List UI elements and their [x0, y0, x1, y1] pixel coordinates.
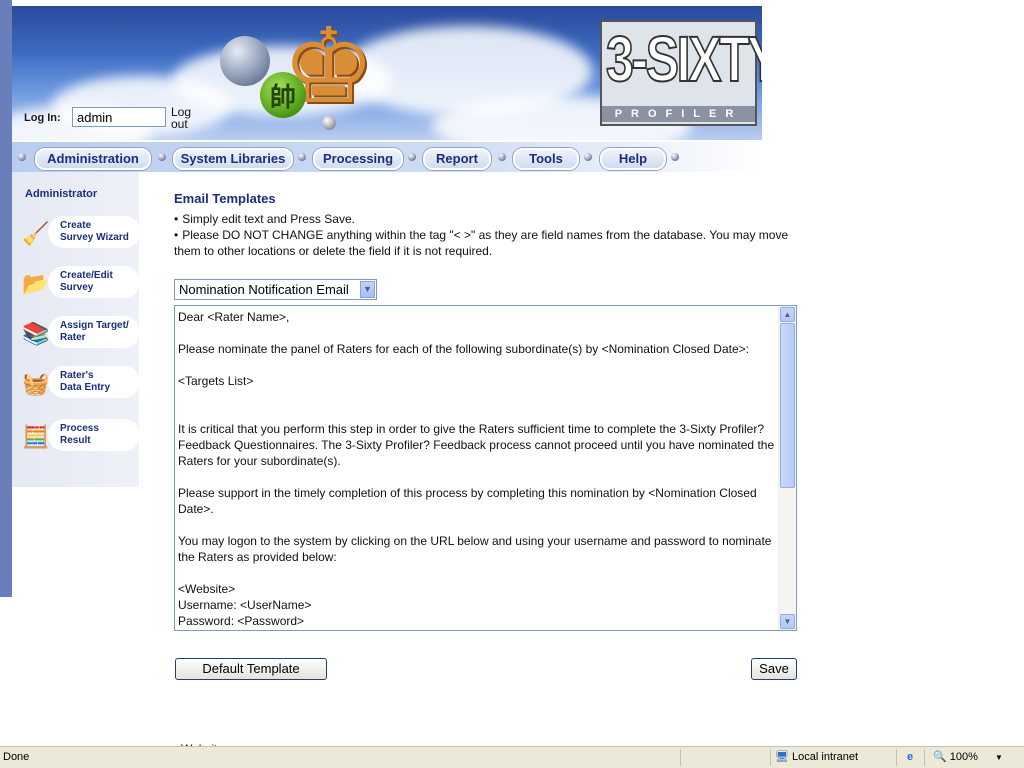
scroll-down-icon[interactable]: ▼ — [780, 614, 795, 629]
nav-help[interactable]: Help — [600, 148, 666, 170]
book-stack-icon: 📚 — [22, 321, 50, 346]
profiler-logo: 3-SIXTY PROFILER — [600, 20, 762, 126]
default-template-button[interactable]: Default Template — [175, 658, 327, 680]
zone-indicator: 🖥 Local intranet — [770, 749, 895, 766]
browser-status-bar: Done 🖥 Local intranet e 🔍 100% ▼ — [0, 746, 1024, 768]
template-select[interactable]: Nomination Notification Email ▼ — [174, 279, 377, 300]
chevron-down-icon[interactable]: ▼ — [995, 753, 1003, 762]
left-edge-strip — [0, 0, 12, 597]
computer-icon: 🖥 — [775, 751, 789, 763]
magnifier-icon: 🔍 — [933, 751, 947, 763]
sidebar-item-create-edit-survey[interactable]: 📂 Create/Edit Survey — [20, 262, 142, 304]
zoom-level: 100% — [949, 751, 978, 763]
zone-text: Local intranet — [792, 751, 859, 763]
browser-page: ♚ 帥 3-SIXTY PROFILER Log In: Log out Adm… — [0, 0, 1024, 768]
sidebar-item-assign-target-rater[interactable]: 📚 Assign Target/Rater — [20, 312, 142, 354]
scroll-up-icon[interactable]: ▲ — [780, 307, 795, 322]
calculator-icon: 🧮 — [22, 424, 50, 449]
nav-system-libraries[interactable]: System Libraries — [173, 148, 293, 170]
logo-sub-text: PROFILER — [602, 106, 755, 122]
nav-tools[interactable]: Tools — [513, 148, 579, 170]
sidebar-item-label: Create/Edit Survey — [60, 270, 113, 293]
nav-administration[interactable]: Administration — [35, 148, 151, 170]
instructions: • Simply edit text and Press Save. • Pleas… — [174, 211, 796, 259]
broom-icon: 🧹 — [22, 221, 50, 246]
template-select-value: Nomination Notification Email — [179, 282, 349, 297]
nav-bullet-icon — [408, 153, 416, 161]
instruction-item: • Simply edit text and Press Save. — [174, 212, 355, 226]
zoom-control[interactable]: 🔍 100% ▼ — [924, 749, 1023, 766]
nav-report[interactable]: Report — [423, 148, 491, 170]
globe-sphere-icon — [220, 36, 270, 86]
folder-icon: 📂 — [22, 271, 50, 296]
ie-icon: e — [896, 749, 923, 766]
nav-bullet-icon — [18, 153, 26, 161]
logo-main-text: 3-SIXTY — [605, 23, 762, 95]
nav-bullet-icon — [298, 153, 306, 161]
nav-processing[interactable]: Processing — [313, 148, 403, 170]
username-input[interactable] — [72, 107, 166, 127]
sidebar-item-label: Assign Target/Rater — [60, 320, 129, 343]
status-text: Done — [3, 751, 30, 763]
nav-bullet-icon — [671, 153, 679, 161]
chevron-down-icon[interactable]: ▼ — [360, 281, 375, 298]
sidebar-item-process-result[interactable]: 🧮 Process Result — [20, 415, 142, 457]
main-nav: Administration System Libraries Processi… — [12, 142, 762, 172]
instruction-item: • Please DO NOT CHANGE anything within th… — [174, 228, 789, 258]
sidebar-item-label: Create Survey Wizard — [60, 220, 129, 243]
chinese-chess-piece-icon: 帥 — [260, 72, 306, 118]
logout-link[interactable]: Log out — [171, 106, 197, 130]
save-button[interactable]: Save — [751, 658, 797, 680]
small-ball-icon — [322, 116, 336, 130]
login-label: Log In: — [24, 112, 61, 124]
sidebar-item-label: Process Result — [60, 423, 99, 446]
sidebar-heading: Administrator — [25, 188, 98, 200]
nav-bullet-icon — [158, 153, 166, 161]
email-body-textarea[interactable]: Dear <Rater Name>, Please nominate the p… — [174, 305, 797, 631]
nav-bullet-icon — [498, 153, 506, 161]
sidebar-item-raters-data-entry[interactable]: 🧺 Rater's Data Entry — [20, 362, 142, 404]
basket-icon: 🧺 — [22, 371, 50, 396]
sidebar: Administrator 🧹 Create Survey Wizard 📂 Cr… — [12, 172, 142, 487]
nav-bullet-icon — [584, 153, 592, 161]
email-body-text: Dear <Rater Name>, Please nominate the p… — [178, 310, 775, 628]
scroll-thumb[interactable] — [780, 323, 795, 488]
sidebar-item-create-survey-wizard[interactable]: 🧹 Create Survey Wizard — [20, 212, 142, 254]
sidebar-item-label: Rater's Data Entry — [60, 370, 111, 393]
page-title: Email Templates — [174, 191, 276, 206]
textarea-scrollbar[interactable]: ▲ ▼ — [778, 306, 796, 630]
